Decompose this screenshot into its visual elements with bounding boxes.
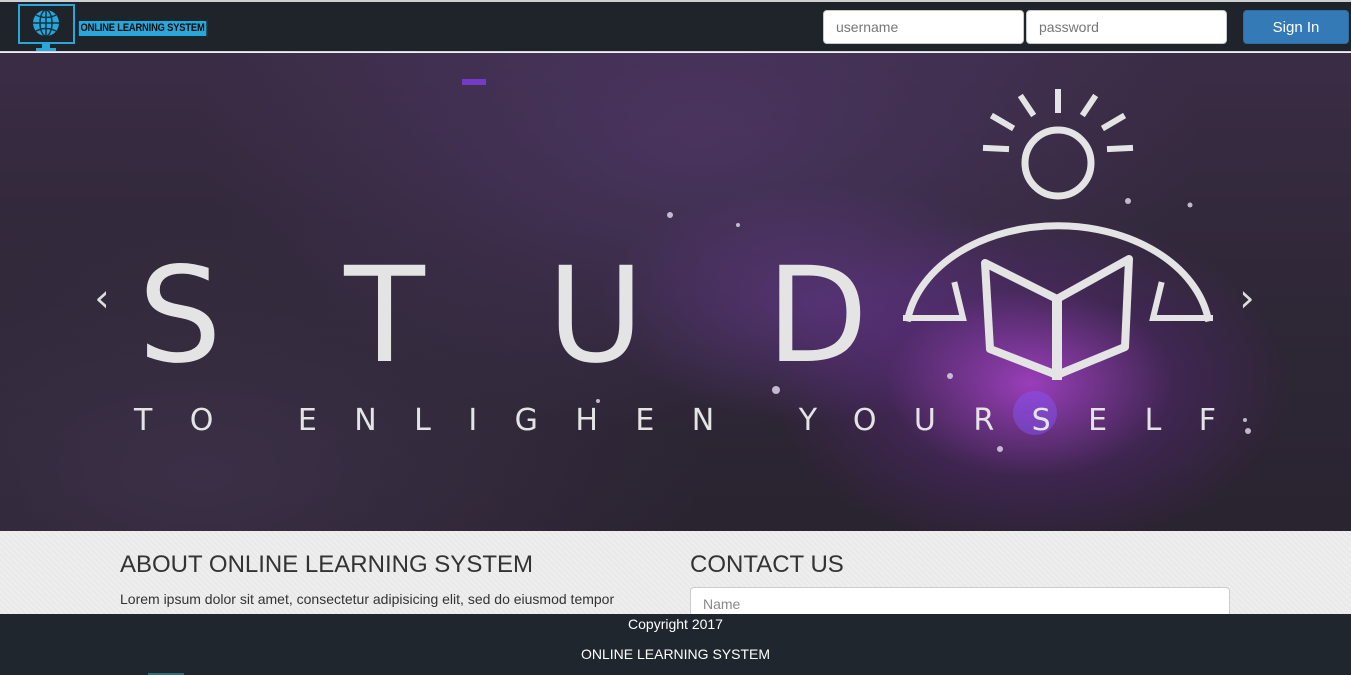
password-input[interactable]: [1026, 10, 1227, 44]
username-input[interactable]: [823, 10, 1024, 44]
reader-emblem-icon: [903, 89, 1213, 380]
logo[interactable]: ONLINE LEARNING SYSTEM: [18, 4, 230, 52]
monitor-globe-icon: [18, 4, 75, 51]
about-title: ABOUT ONLINE LEARNING SYSTEM: [120, 551, 533, 578]
carousel-prev-icon[interactable]: ‹: [82, 278, 122, 318]
footer: Copyright 2017 ONLINE LEARNING SYSTEM: [0, 614, 1351, 675]
top-navbar: ONLINE LEARNING SYSTEM Sign In: [0, 0, 1351, 52]
info-section: ABOUT ONLINE LEARNING SYSTEM Lorem ipsum…: [0, 531, 1351, 627]
copyright-text: Copyright 2017: [628, 616, 723, 632]
hero-headline: STUD: [138, 239, 868, 393]
footer-brand: ONLINE LEARNING SYSTEM: [580, 646, 771, 662]
hero-banner-image: STUD TO ENLIGHEN YOURSELF: [133, 79, 1251, 452]
logo-text: ONLINE LEARNING SYSTEM: [78, 19, 208, 37]
hero-carousel: STUD TO ENLIGHEN YOURSELF ‹ ›: [0, 53, 1351, 531]
contact-title: CONTACT US: [690, 551, 844, 578]
sign-in-button[interactable]: Sign In: [1243, 10, 1349, 44]
carousel-next-icon[interactable]: ›: [1227, 278, 1267, 318]
